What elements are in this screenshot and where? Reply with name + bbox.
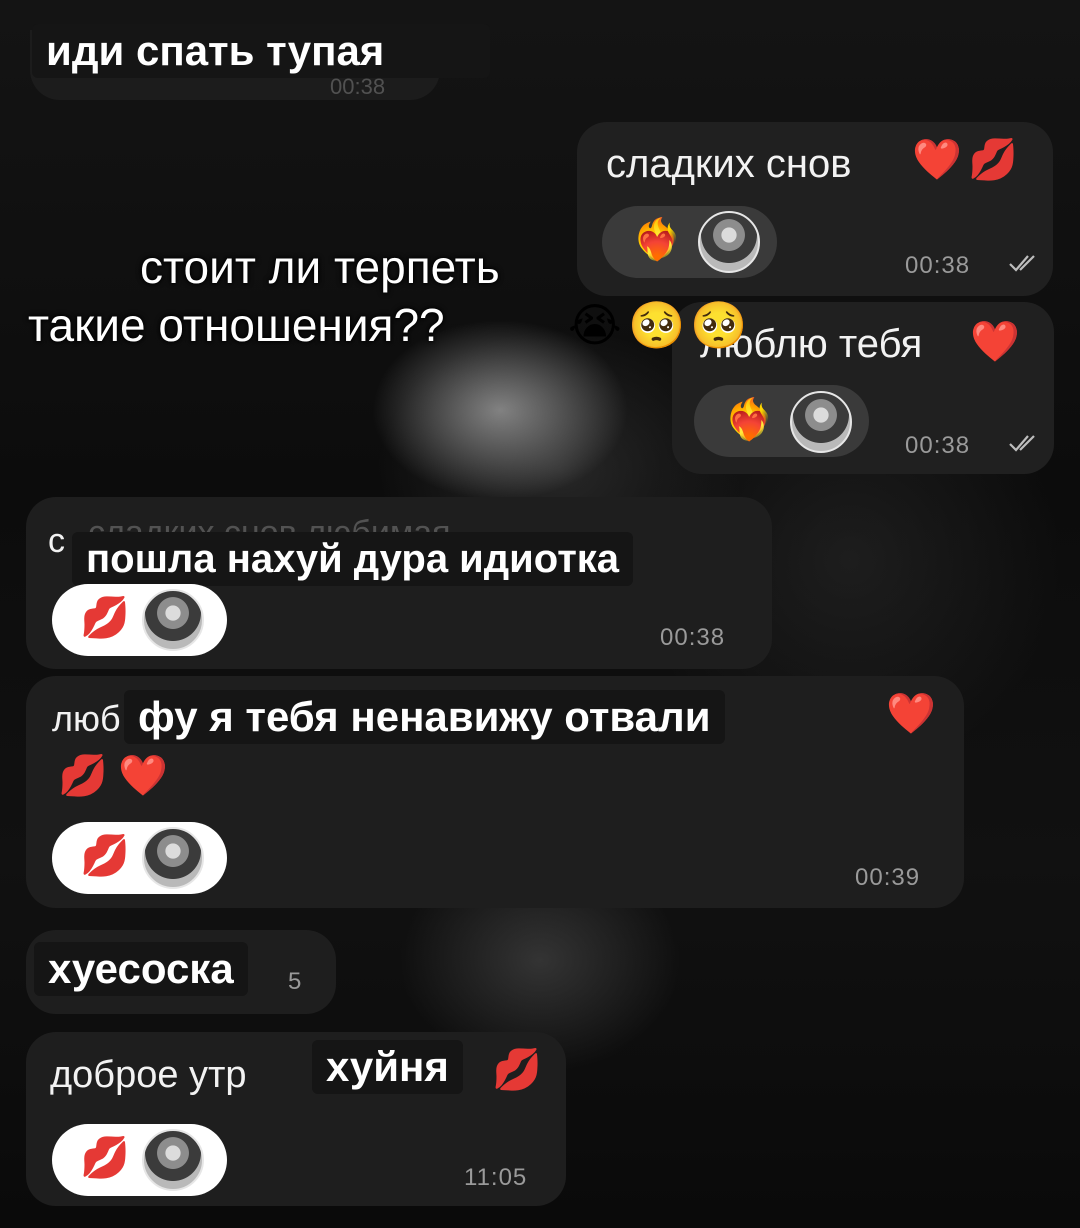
- double-check-icon: [1009, 255, 1035, 272]
- sticker-bottom: хуйня: [312, 1040, 463, 1094]
- double-check-icon: [1009, 435, 1035, 452]
- pleading-emoji: 🥺: [690, 299, 748, 351]
- sticker-insult: хуесоска: [34, 942, 248, 996]
- message-time: 00:38: [905, 432, 971, 459]
- kiss-emoji: 💋: [968, 138, 1018, 182]
- crying-emoji: 😭: [568, 299, 622, 351]
- sticker-hate: фу я тебя ненавижу отвали: [124, 690, 725, 744]
- overlay-caption-line-1: стоит ли терпеть: [140, 241, 500, 293]
- overlay-caption-line-2: такие отношения??: [28, 299, 445, 351]
- message-text-prefix: люб: [52, 698, 121, 739]
- reaction-avatar: [142, 1129, 204, 1191]
- message-text: сладких снов: [606, 142, 852, 186]
- pleading-emoji: 🥺: [628, 299, 686, 351]
- ghost-time-suffix: 5: [288, 968, 303, 995]
- message-text-prefix: с: [48, 522, 65, 560]
- message-time: 00:39: [855, 864, 921, 891]
- heart-emoji: ❤️: [970, 320, 1020, 364]
- fire-heart-emoji: ❤️‍🔥: [724, 398, 774, 442]
- heart-emoji: ❤️: [912, 138, 962, 182]
- sticker-middle: пошла нахуй дура идиотка: [72, 532, 634, 586]
- kiss-emoji: 💋: [80, 596, 130, 640]
- message-time: 00:38: [905, 252, 971, 279]
- message-time: 00:38: [660, 624, 726, 651]
- reaction-avatar: [142, 589, 204, 651]
- heart-emoji: ❤️: [886, 692, 936, 736]
- sticker-top: иди спать тупая: [32, 24, 490, 78]
- kiss-emoji: 💋: [58, 754, 108, 798]
- reaction-avatar: [142, 827, 204, 889]
- heart-emoji: ❤️: [118, 754, 168, 798]
- kiss-emoji: 💋: [492, 1048, 542, 1092]
- reaction-avatar: [698, 211, 760, 273]
- reaction-avatar: [790, 391, 852, 453]
- kiss-emoji: 💋: [80, 834, 130, 878]
- fire-heart-emoji: ❤️‍🔥: [632, 218, 682, 262]
- message-time: 11:05: [464, 1164, 528, 1191]
- kiss-emoji: 💋: [80, 1136, 130, 1180]
- message-text-prefix: доброе утр: [50, 1054, 247, 1096]
